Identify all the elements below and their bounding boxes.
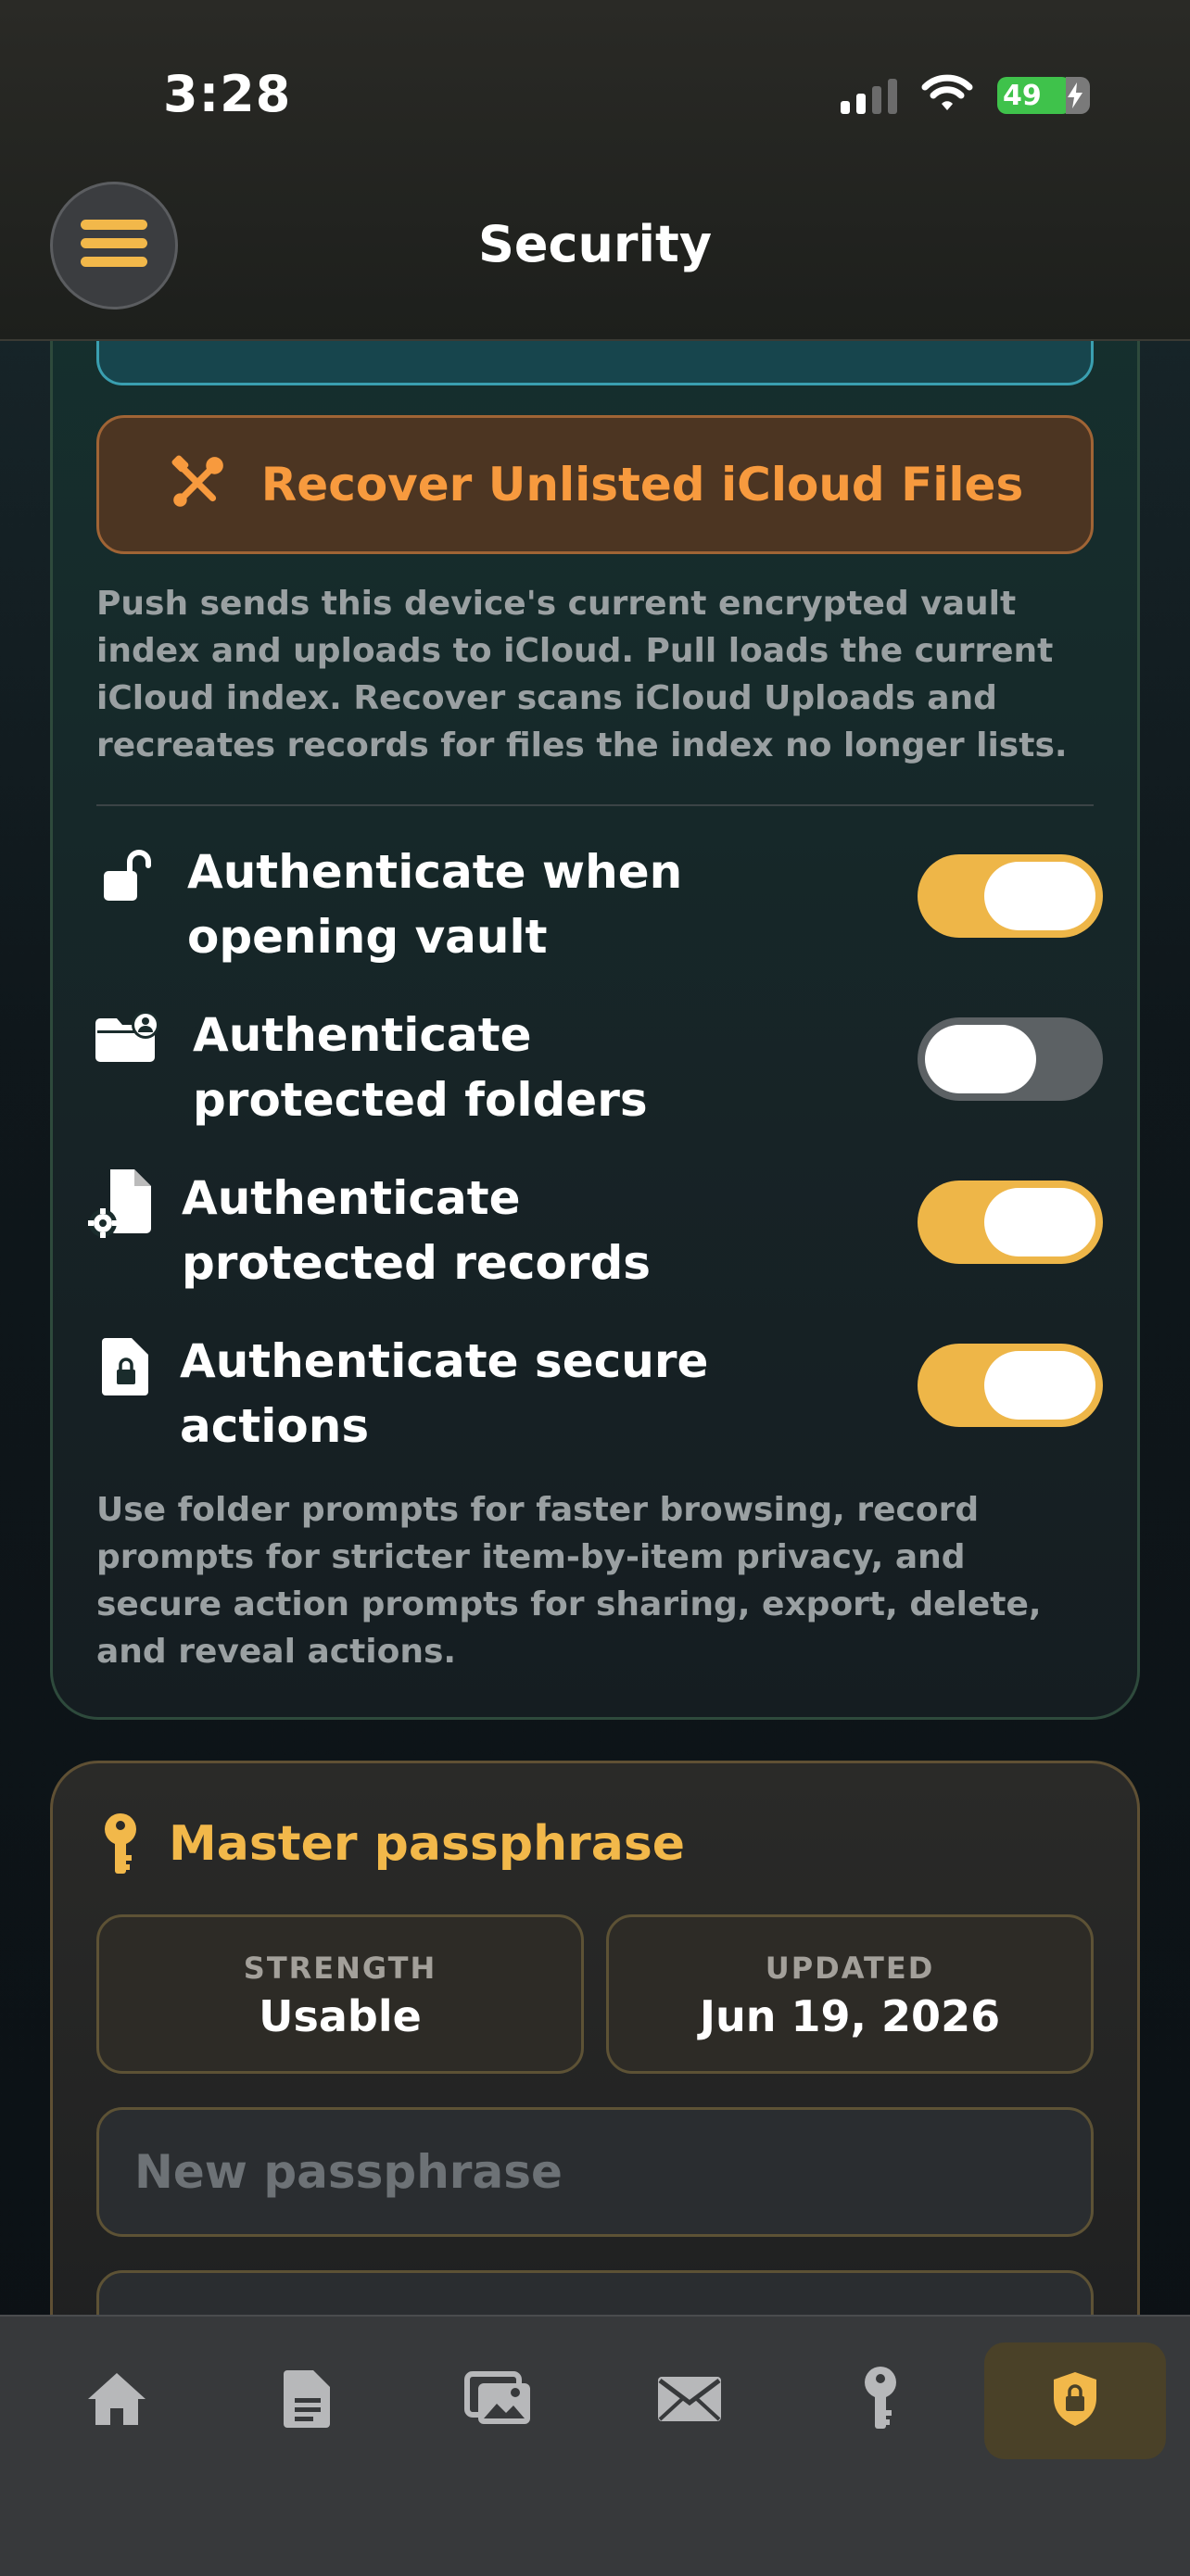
auth-protected-records-label: Authenticate protected records xyxy=(182,1171,652,1290)
auth-footnote: Use folder prompts for faster browsing, … xyxy=(96,1491,1042,1671)
document-gear-icon xyxy=(85,1166,159,1240)
page-title: Security xyxy=(477,215,713,273)
tab-home[interactable] xyxy=(33,2342,200,2459)
top-bar: 3:28 49 Security xyxy=(0,0,1190,341)
tab-photos[interactable] xyxy=(415,2342,582,2459)
document-icon xyxy=(284,2368,332,2433)
strength-value: Usable xyxy=(259,1991,422,2041)
tab-bar xyxy=(0,2315,1190,2576)
auth-open-vault-label: Authenticate when opening vault xyxy=(187,845,683,964)
mail-icon xyxy=(656,2375,723,2427)
toggle-protected-folders[interactable] xyxy=(918,1017,1103,1101)
strength-label: STRENGTH xyxy=(243,1951,437,1986)
toggle-open-vault[interactable] xyxy=(918,854,1103,938)
tools-icon xyxy=(167,452,228,517)
folder-person-icon xyxy=(89,1003,163,1077)
updated-stat: UPDATED Jun 19, 2026 xyxy=(606,1914,1094,2074)
tab-security[interactable] xyxy=(984,2342,1166,2459)
divider xyxy=(96,804,1094,806)
cellular-signal-icon xyxy=(841,77,897,114)
auth-protected-folders-label: Authenticate protected folders xyxy=(193,1008,648,1127)
unlock-icon xyxy=(89,840,163,914)
new-passphrase-input[interactable] xyxy=(96,2107,1094,2237)
updated-label: UPDATED xyxy=(765,1951,935,1986)
toggle-secure-actions[interactable] xyxy=(918,1344,1103,1427)
auth-secure-actions-label: Authenticate secure actions xyxy=(180,1334,709,1453)
strength-stat: STRENGTH Usable xyxy=(96,1914,584,2074)
home-icon xyxy=(84,2369,149,2432)
auth-row-protected-records: Authenticate protected records xyxy=(88,1166,1103,1305)
key-icon xyxy=(100,1812,141,1881)
tab-documents[interactable] xyxy=(224,2342,391,2459)
toggle-protected-records[interactable] xyxy=(918,1181,1103,1264)
master-passphrase-title: Master passphrase xyxy=(169,1816,686,1872)
auth-row-protected-folders: Authenticate protected folders xyxy=(89,1003,1103,1142)
recover-icloud-files-button[interactable]: Recover Unlisted iCloud Files xyxy=(96,415,1094,554)
battery-icon: 49 xyxy=(997,77,1090,114)
photos-icon xyxy=(463,2370,534,2431)
battery-percent: 49 xyxy=(1003,79,1042,112)
key-icon xyxy=(860,2366,901,2436)
document-lock-icon xyxy=(89,1329,163,1403)
auth-row-secure-actions: Authenticate secure actions xyxy=(89,1329,1103,1468)
status-time: 3:28 xyxy=(163,65,292,123)
tab-keys[interactable] xyxy=(797,2342,964,2459)
updated-value: Jun 19, 2026 xyxy=(699,1991,1001,2041)
status-icons: 49 xyxy=(841,74,1090,117)
sync-description: Push sends this device's current encrypt… xyxy=(96,585,1068,764)
tab-mail[interactable] xyxy=(606,2342,773,2459)
recover-button-label: Recover Unlisted iCloud Files xyxy=(260,458,1024,511)
shield-lock-icon xyxy=(1050,2370,1100,2431)
auth-row-open-vault: Authenticate when opening vault xyxy=(89,840,1103,979)
wifi-icon xyxy=(921,74,973,117)
